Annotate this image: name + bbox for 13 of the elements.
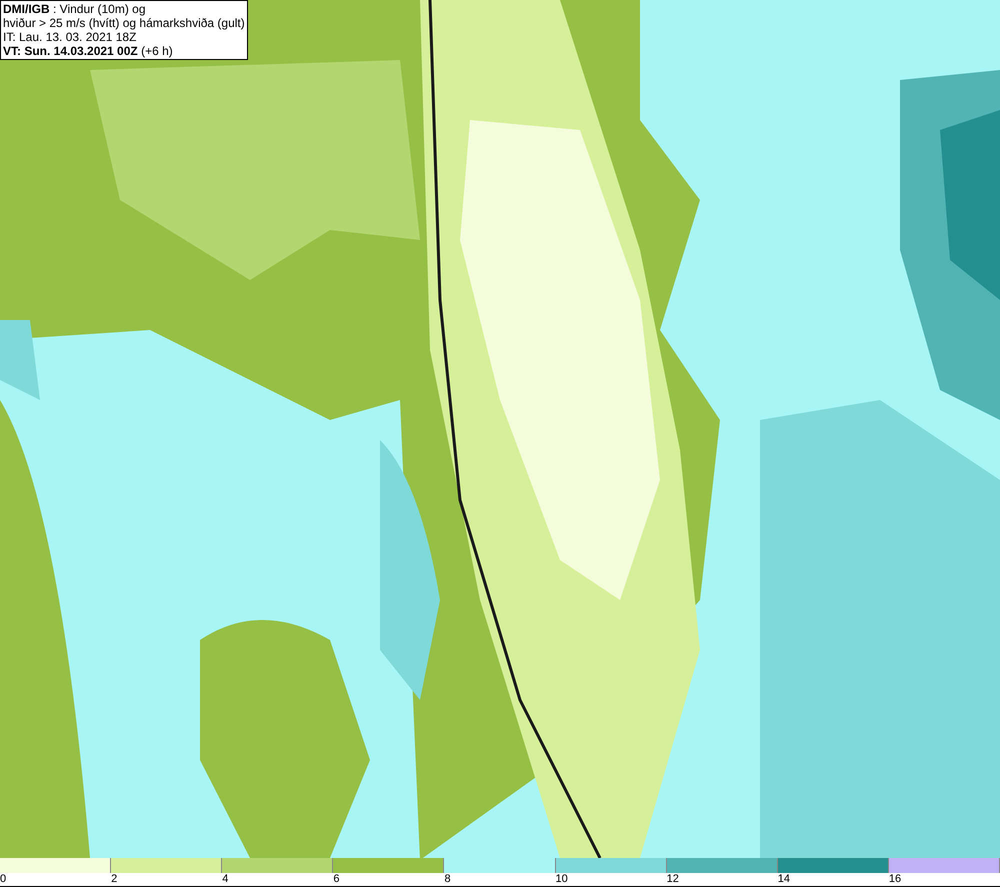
legend-label: 14 bbox=[778, 873, 790, 886]
legend-label: 2 bbox=[111, 873, 118, 886]
legend-label: 16 bbox=[888, 873, 902, 886]
info-line: hviður > 25 m/s (hvítt) og hámarkshviða (gult) bbox=[3, 16, 245, 30]
legend-label: 6 bbox=[333, 873, 340, 886]
info-line: DMI/IGB : Vindur (10m) og bbox=[3, 2, 146, 16]
legend-label: 8 bbox=[444, 873, 451, 886]
legend-label: 10 bbox=[556, 873, 568, 886]
legend-label: 12 bbox=[666, 873, 679, 886]
info-line: VT: Sun. 14.03.2021 00Z (+6 h) bbox=[3, 44, 174, 58]
legend-label: 4 bbox=[222, 873, 228, 886]
legend-label: 0 bbox=[0, 873, 6, 886]
info-line: IT: Lau. 13. 03. 2021 18Z bbox=[3, 30, 138, 44]
